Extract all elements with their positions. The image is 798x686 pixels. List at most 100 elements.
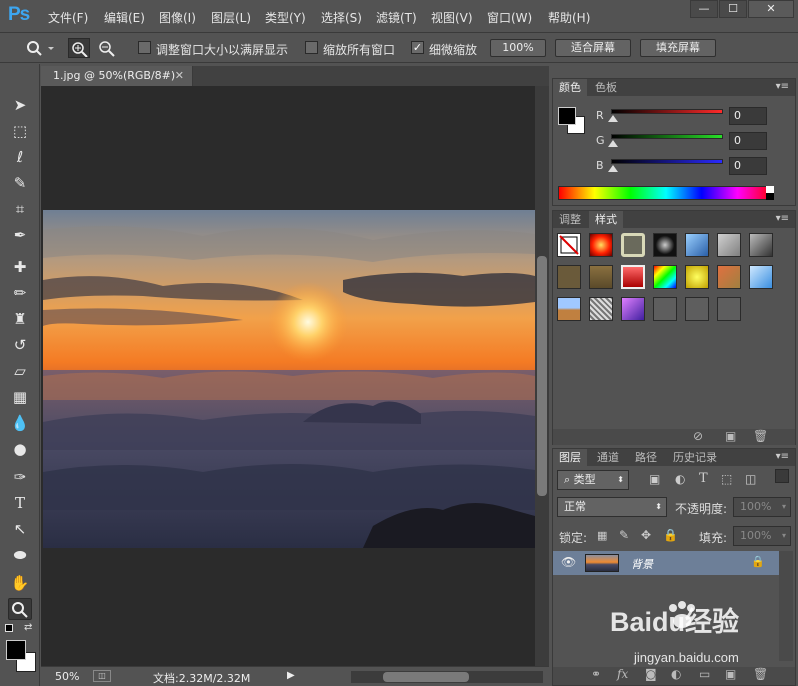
healing-brush-tool-icon[interactable]: ✚ [8,256,32,278]
horizontal-scrollbar[interactable] [351,671,543,683]
pen-tool-icon[interactable]: ✑ [8,466,32,488]
style-blue-glass-swatch[interactable] [685,233,709,257]
style-wood-swatch[interactable] [589,265,613,289]
style-frame-swatch[interactable] [621,233,645,257]
style-fire-swatch[interactable] [589,233,613,257]
zoom-in-icon[interactable] [68,38,90,58]
document-tab[interactable]: 1.jpg @ 50%(RGB/8#) ✕ [41,66,193,86]
menu-edit[interactable]: 编辑(E) [104,9,145,26]
fit-screen-button[interactable]: 适合屏幕 [555,39,631,57]
blur-tool-icon[interactable]: 💧 [8,412,32,434]
channel-g-slider[interactable] [611,134,723,139]
layer-visibility-eye-icon[interactable]: 👁 [561,555,576,569]
vertical-scrollbar[interactable] [535,86,549,666]
tab-history[interactable]: 历史记录 [667,449,723,466]
new-style-icon[interactable]: ▣ [725,429,736,443]
canvas-area[interactable] [41,86,535,666]
close-button[interactable]: ✕ [748,0,794,18]
zoom-tool-icon[interactable] [8,598,32,620]
channel-b-value[interactable]: 0 [729,157,767,175]
channel-r-slider-thumb[interactable] [608,115,618,122]
style-red-button-swatch[interactable] [621,265,645,289]
link-layers-icon[interactable]: ⚭ [591,667,601,681]
zoom-out-icon[interactable] [96,38,118,58]
dodge-tool-icon[interactable]: ● [8,438,32,460]
style-rainbow-swatch[interactable] [653,265,677,289]
style-gold-swatch[interactable] [685,265,709,289]
channel-b-slider[interactable] [611,159,723,164]
brush-tool-icon[interactable]: ✏ [8,282,32,304]
menu-view[interactable]: 视图(V) [431,9,473,26]
tab-styles[interactable]: 样式 [589,211,623,228]
ellipse-tool-icon[interactable]: ⬬ [8,544,32,566]
channel-b-slider-thumb[interactable] [608,165,618,172]
layer-row[interactable]: 👁 背景 🔒 [553,551,779,575]
channel-r-value[interactable]: 0 [729,107,767,125]
style-dark-bevel-swatch[interactable] [749,233,773,257]
filter-pixel-icon[interactable]: ▣ [649,472,660,486]
layer-name[interactable]: 背景 [631,556,653,572]
style-gray-bevel-swatch[interactable] [717,233,741,257]
history-brush-tool-icon[interactable]: ↺ [8,334,32,356]
tab-swatches[interactable]: 色板 [589,79,623,96]
tab-color[interactable]: 颜色 [553,79,587,96]
tab-channels[interactable]: 通道 [591,449,625,466]
style-texture-swatch[interactable] [589,297,613,321]
menu-window[interactable]: 窗口(W) [487,9,532,26]
filter-toggle[interactable] [775,469,789,483]
zoom-level[interactable]: 50% [55,670,79,683]
layers-scrollbar[interactable] [779,551,793,661]
style-ice-swatch[interactable] [749,265,773,289]
quick-select-tool-icon[interactable]: ✎ [8,172,32,194]
layers-panel-menu-icon[interactable]: ▾≡ [776,451,789,462]
panel-foreground-swatch[interactable] [558,107,576,125]
lock-all-icon[interactable]: 🔒 [663,528,678,542]
vertical-scroll-thumb[interactable] [537,256,547,496]
menu-help[interactable]: 帮助(H) [548,9,590,26]
zoom-tool-preset-icon[interactable] [26,40,54,56]
style-purple-swatch[interactable] [621,297,645,321]
status-preview-icon[interactable]: ◫ [93,670,111,682]
marquee-tool-icon[interactable]: ⬚ [8,120,32,142]
channel-r-slider[interactable] [611,109,723,114]
styles-panel-menu-icon[interactable]: ▾≡ [776,213,789,224]
menu-filter[interactable]: 滤镜(T) [376,9,417,26]
style-empty-3-swatch[interactable] [717,297,741,321]
path-select-tool-icon[interactable]: ↖ [8,518,32,540]
type-tool-icon[interactable]: T [8,492,32,514]
opacity-field[interactable]: 100% ▾ [733,497,791,517]
menu-layer[interactable]: 图层(L) [211,9,251,26]
clear-style-icon[interactable]: ⊘ [693,429,703,443]
maximize-button[interactable]: ☐ [719,0,747,18]
menu-select[interactable]: 选择(S) [321,9,362,26]
color-spectrum-bar[interactable] [558,186,774,200]
minimize-button[interactable]: — [690,0,718,18]
layer-effects-icon[interactable]: fx [617,667,628,681]
default-colors-icon[interactable] [5,624,13,632]
new-group-icon[interactable]: ▭ [699,667,710,681]
swap-colors-icon[interactable]: ⇄ [24,622,32,633]
black-white-ramp[interactable] [766,186,774,200]
resize-windows-checkbox[interactable] [138,41,151,54]
tab-paths[interactable]: 路径 [629,449,663,466]
foreground-color-swatch[interactable] [6,640,26,660]
delete-layer-icon[interactable]: 🗑 [753,667,768,681]
add-mask-icon[interactable]: ◙ [645,667,657,681]
crop-tool-icon[interactable]: ⌗ [8,198,32,220]
menu-file[interactable]: 文件(F) [48,9,88,26]
style-landscape-swatch[interactable] [557,297,581,321]
delete-style-icon[interactable]: 🗑 [753,429,768,443]
style-bronze-swatch[interactable] [557,265,581,289]
fill-screen-button[interactable]: 填充屏幕 [640,39,716,57]
zoom-100-button[interactable]: 100% [490,39,546,57]
close-document-icon[interactable]: ✕ [175,66,184,86]
filter-shape-icon[interactable]: ⬚ [721,472,732,486]
zoom-all-windows-checkbox[interactable] [305,41,318,54]
lasso-tool-icon[interactable]: ℓ [8,146,32,168]
menu-type[interactable]: 类型(Y) [265,9,306,26]
style-button-swatch[interactable] [653,233,677,257]
sunset-photo[interactable] [43,210,535,548]
color-panel-menu-icon[interactable]: ▾≡ [776,81,789,92]
layer-filter-select[interactable]: ⌕ 类型 ⬍ [557,470,629,490]
lock-transparent-icon[interactable]: ▦ [597,529,607,542]
